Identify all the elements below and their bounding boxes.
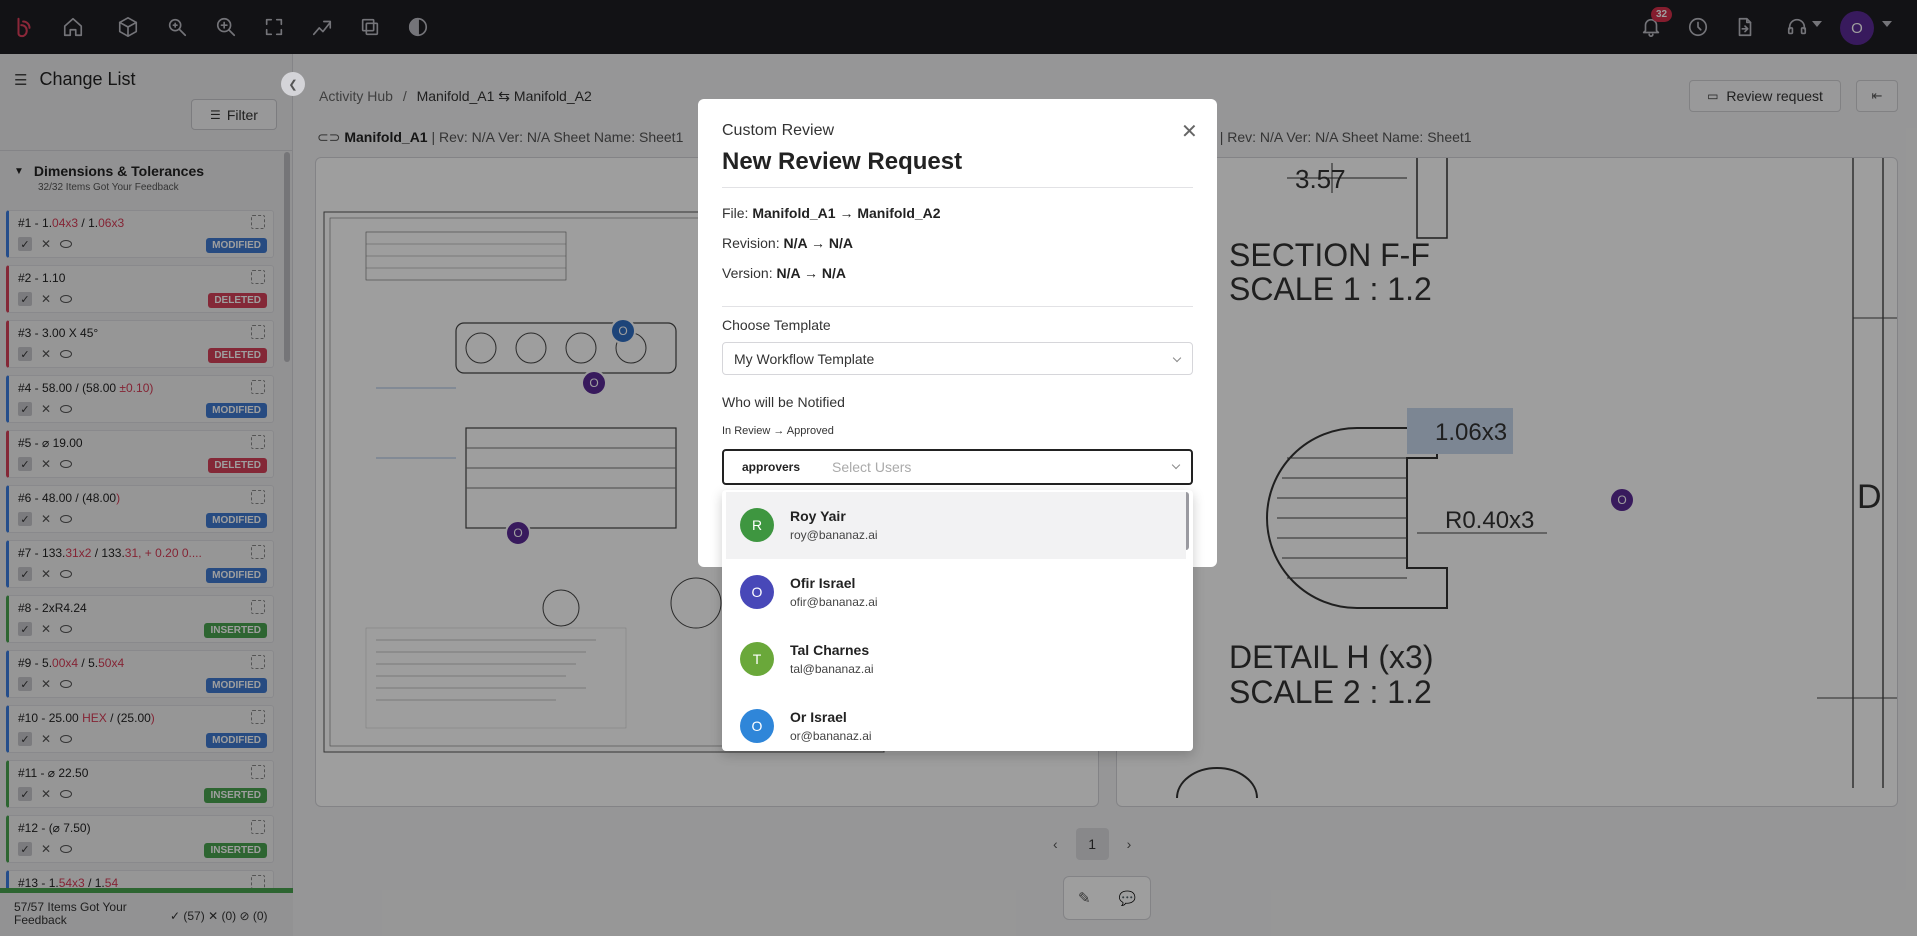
modal-kicker: Custom Review	[722, 122, 835, 139]
user-avatar: O	[740, 709, 774, 743]
user-avatar: T	[740, 642, 774, 676]
select-users-placeholder: Select Users	[832, 459, 912, 475]
collapse-sidebar-button[interactable]: ❮	[281, 72, 305, 96]
user-name: Or Israel	[790, 709, 847, 725]
template-label: Choose Template	[722, 317, 831, 333]
users-chevron-down-icon	[1171, 460, 1181, 470]
modal-title: New Review Request	[722, 148, 963, 175]
file-value: Manifold_A1 → Manifold_A2	[752, 205, 941, 221]
user-name: Tal Charnes	[790, 642, 870, 658]
version-value: N/A → N/A	[776, 265, 846, 281]
user-option[interactable]: R Roy Yair roy@bananaz.ai	[726, 492, 1186, 559]
user-email: roy@bananaz.ai	[790, 528, 878, 542]
chevron-down-icon	[1172, 353, 1182, 363]
user-avatar: O	[740, 575, 774, 609]
modal-divider-2	[722, 306, 1193, 307]
revision-value: N/A → N/A	[783, 235, 853, 251]
user-email: or@bananaz.ai	[790, 729, 872, 743]
notify-label: Who will be Notified	[722, 394, 845, 410]
modal-divider	[722, 187, 1193, 188]
user-email: ofir@bananaz.ai	[790, 595, 878, 609]
user-option[interactable]: O Or Israel or@bananaz.ai	[726, 693, 1186, 751]
chevron-left-icon: ❮	[288, 78, 298, 91]
template-select[interactable]: My Workflow Template	[722, 342, 1193, 375]
user-name: Ofir Israel	[790, 575, 856, 591]
template-selected-value: My Workflow Template	[734, 350, 875, 367]
user-name: Roy Yair	[790, 508, 846, 524]
file-row: File: Manifold_A1 → Manifold_A2	[722, 205, 941, 221]
approvers-prefix: approvers	[742, 460, 801, 474]
transition-label: In Review → Approved	[722, 425, 834, 437]
close-icon[interactable]: ✕	[1181, 119, 1198, 144]
approvers-user-select[interactable]: approvers Select Users	[722, 449, 1193, 485]
user-avatar: R	[740, 508, 774, 542]
user-option[interactable]: O Ofir Israel ofir@bananaz.ai	[726, 559, 1186, 626]
user-email: tal@bananaz.ai	[790, 662, 874, 676]
revision-row: Revision: N/A → N/A	[722, 235, 853, 251]
user-option[interactable]: T Tal Charnes tal@bananaz.ai	[726, 626, 1186, 693]
users-dropdown: R Roy Yair roy@bananaz.ai O Ofir Israel ofir@…	[722, 490, 1193, 751]
version-row: Version: N/A → N/A	[722, 265, 846, 281]
